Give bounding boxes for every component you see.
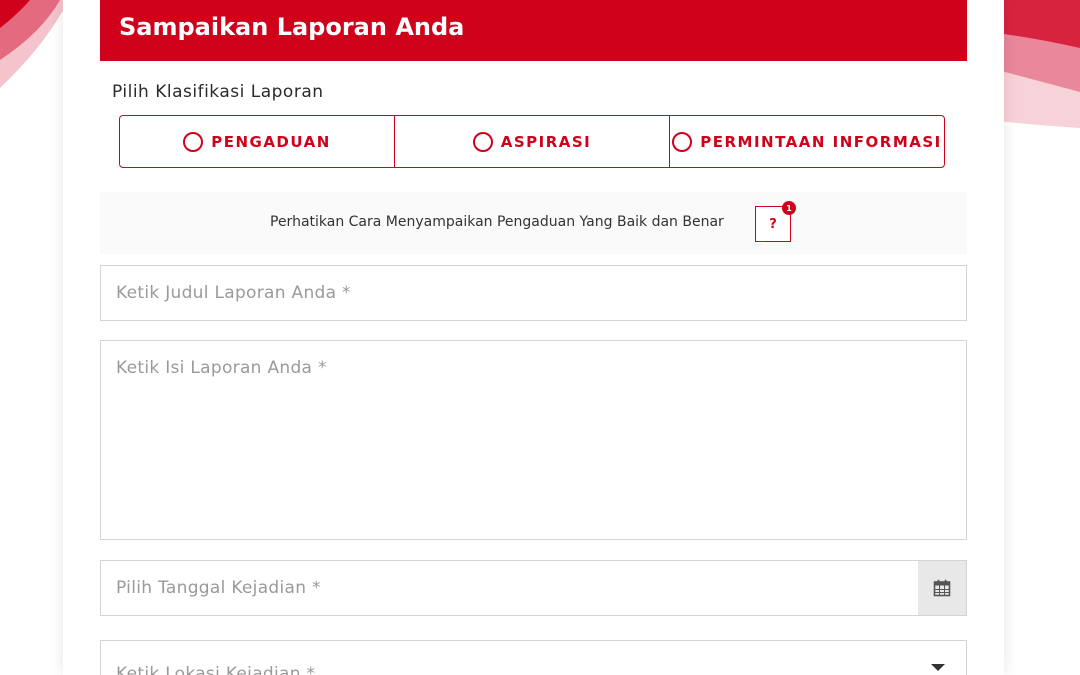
form-header: Sampaikan Laporan Anda	[100, 0, 967, 61]
page-title: Sampaikan Laporan Anda	[119, 13, 465, 41]
report-title-input[interactable]	[100, 265, 967, 321]
guidance-notice-text: Perhatikan Cara Menyampaikan Pengaduan Y…	[270, 214, 724, 230]
incident-date-input[interactable]	[100, 560, 919, 616]
radio-circle-icon	[183, 131, 204, 152]
report-form-card: Sampaikan Laporan Anda Pilih Klasifikasi…	[63, 0, 1004, 675]
incident-location-group	[100, 640, 967, 675]
radio-circle-icon	[672, 131, 693, 152]
notification-badge: 1	[782, 201, 796, 215]
classification-label: Pilih Klasifikasi Laporan	[112, 82, 324, 102]
calendar-button[interactable]	[918, 560, 967, 616]
incident-location-input[interactable]	[100, 640, 967, 675]
radio-circle-icon	[472, 131, 493, 152]
calendar-icon	[933, 579, 951, 597]
classification-option-permintaan-informasi[interactable]: PERMINTAAN INFORMASI	[669, 116, 944, 167]
incident-date-group	[100, 560, 967, 616]
classification-option-label: PENGADUAN	[211, 132, 331, 151]
classification-option-label: PERMINTAAN INFORMASI	[700, 132, 942, 151]
chevron-down-icon[interactable]	[931, 664, 945, 671]
question-icon: ?	[769, 216, 777, 232]
classification-option-aspirasi[interactable]: ASPIRASI	[394, 116, 669, 167]
classification-radio-group: PENGADUAN ASPIRASI PERMINTAAN INFORMASI	[119, 115, 945, 168]
classification-option-pengaduan[interactable]: PENGADUAN	[120, 116, 394, 167]
classification-option-label: ASPIRASI	[500, 132, 592, 151]
guidance-notice: Perhatikan Cara Menyampaikan Pengaduan Y…	[100, 192, 967, 254]
report-body-textarea[interactable]	[100, 340, 967, 540]
